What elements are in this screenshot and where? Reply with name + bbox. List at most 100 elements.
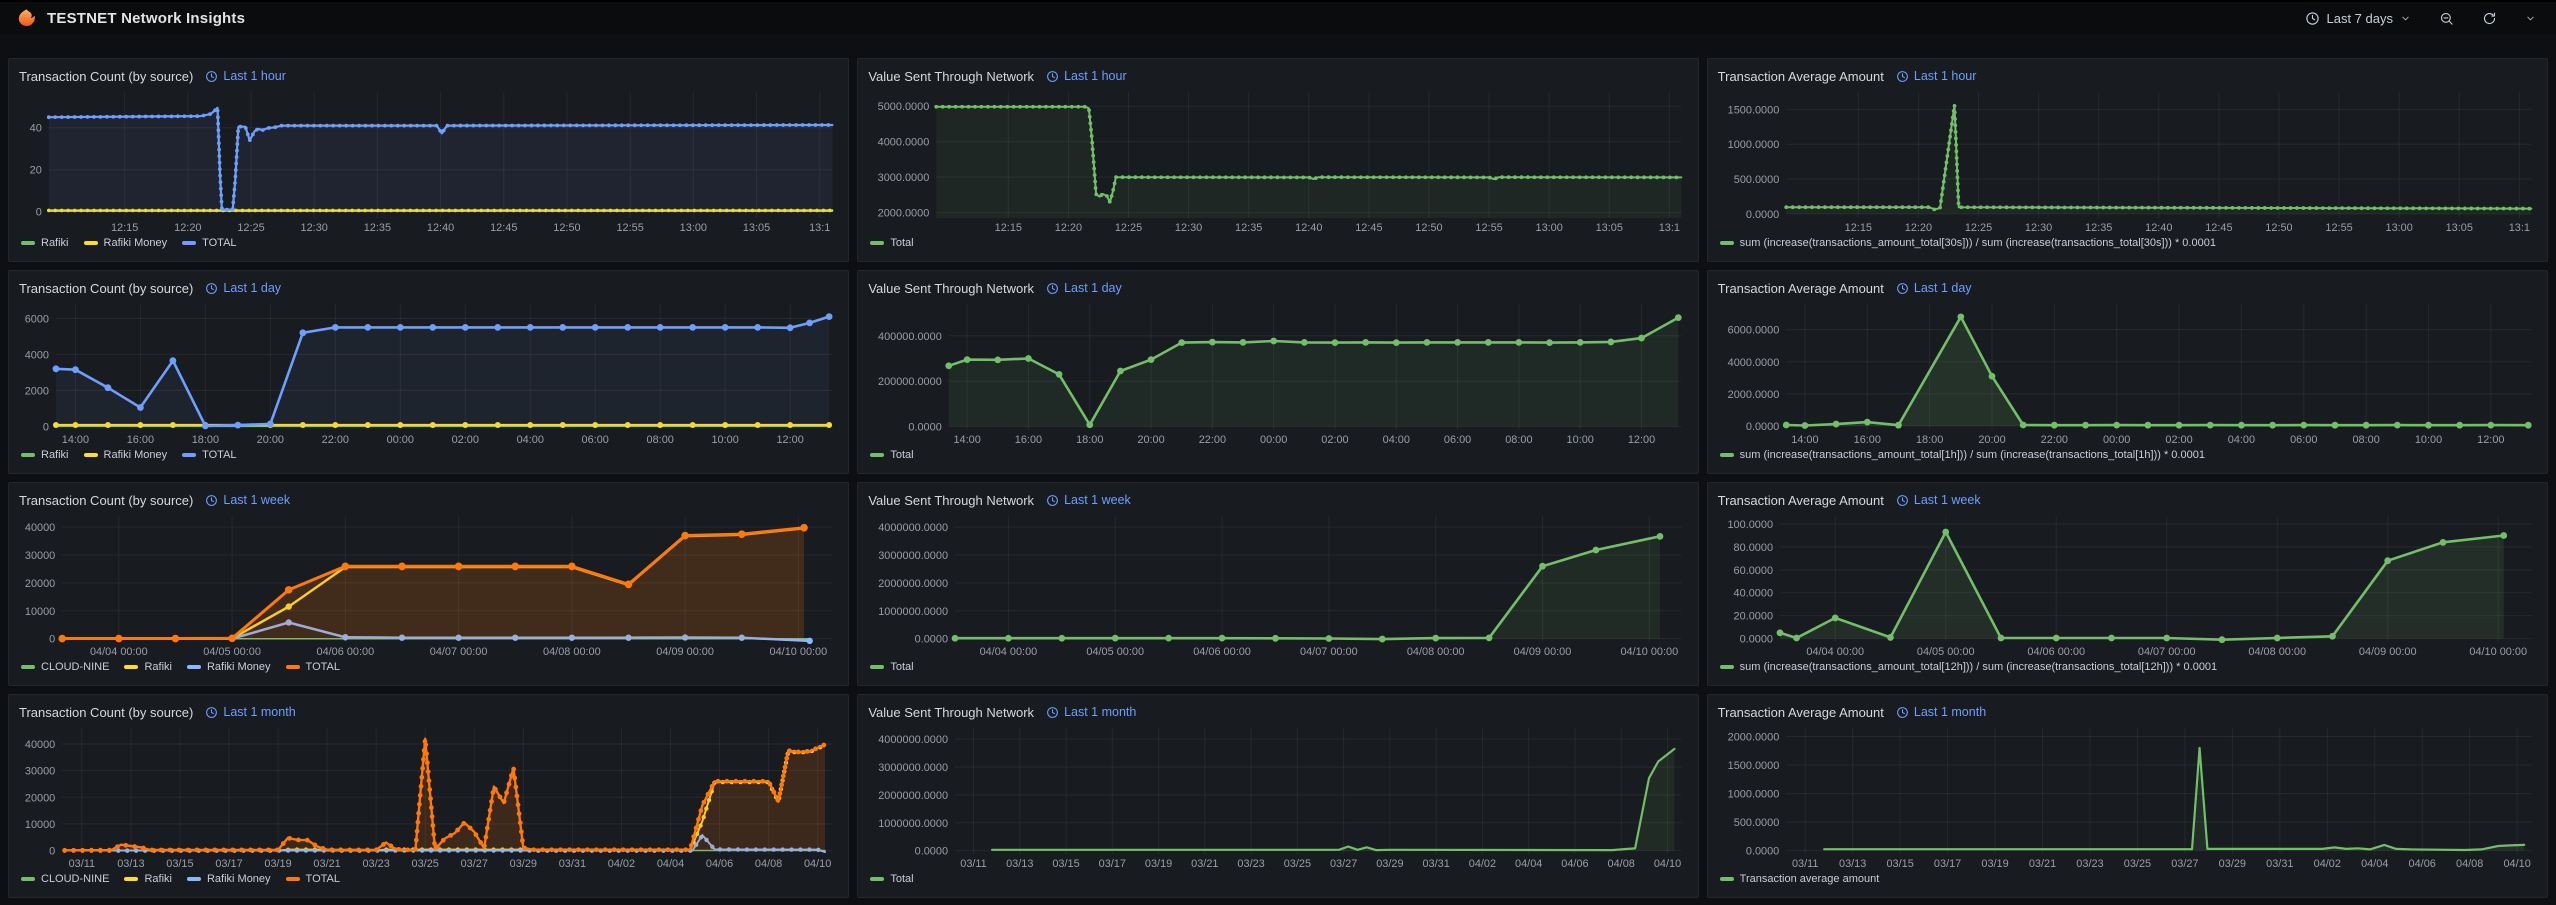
panel-time-override[interactable]: Last 1 month bbox=[205, 705, 295, 719]
legend-item[interactable]: sum (increase(transactions_amount_total[… bbox=[1720, 449, 2205, 461]
legend-item[interactable]: TOTAL bbox=[286, 661, 340, 673]
legend-item[interactable]: sum (increase(transactions_amount_total[… bbox=[1720, 661, 2218, 673]
panel-time-override[interactable]: Last 1 week bbox=[205, 493, 290, 507]
legend-item[interactable]: CLOUD-NINE bbox=[21, 873, 109, 885]
svg-text:02:00: 02:00 bbox=[2165, 434, 2192, 446]
panel-time-override[interactable]: Last 1 month bbox=[1896, 705, 1986, 719]
legend-item[interactable]: Rafiki Money bbox=[84, 449, 168, 461]
chart-legend: sum (increase(transactions_amount_total[… bbox=[1718, 235, 2537, 251]
panel-title[interactable]: Value Sent Through Network bbox=[868, 69, 1034, 84]
panel-time-override[interactable]: Last 1 day bbox=[1046, 281, 1122, 295]
legend-item[interactable]: Transaction average amount bbox=[1720, 873, 1880, 885]
panel-time-override[interactable]: Last 1 week bbox=[1046, 493, 1131, 507]
panel-title[interactable]: Transaction Average Amount bbox=[1718, 281, 1884, 296]
panel-title[interactable]: Value Sent Through Network bbox=[868, 493, 1034, 508]
legend-item[interactable]: Rafiki bbox=[124, 873, 172, 885]
panel-time-override[interactable]: Last 1 hour bbox=[205, 69, 286, 83]
panel: Transaction Count (by source) Last 1 mon… bbox=[8, 694, 849, 898]
panel-title[interactable]: Value Sent Through Network bbox=[868, 281, 1034, 296]
panel-time-override[interactable]: Last 1 hour bbox=[1896, 69, 1977, 83]
chart-svg[interactable]: 14:0016:0018:0020:0022:0000:0002:0004:00… bbox=[1718, 299, 2537, 447]
panel-time-override[interactable]: Last 1 month bbox=[1046, 705, 1136, 719]
panel-title[interactable]: Transaction Count (by source) bbox=[19, 493, 193, 508]
svg-text:40.0000: 40.0000 bbox=[1733, 588, 1772, 600]
panel: Value Sent Through Network Last 1 week 0… bbox=[857, 482, 1698, 686]
zoom-out-time-button[interactable] bbox=[2435, 9, 2458, 28]
panel-time-override[interactable]: Last 1 week bbox=[1896, 493, 1981, 507]
svg-text:0: 0 bbox=[49, 634, 55, 646]
svg-text:12:40: 12:40 bbox=[1295, 222, 1322, 234]
svg-text:12:20: 12:20 bbox=[174, 222, 201, 234]
panel-title[interactable]: Transaction Average Amount bbox=[1718, 705, 1884, 720]
svg-text:40000: 40000 bbox=[25, 522, 55, 534]
panel-title[interactable]: Transaction Count (by source) bbox=[19, 705, 193, 720]
chart-svg[interactable]: 03/1103/1303/1503/1703/1903/2103/2303/25… bbox=[868, 723, 1687, 871]
svg-text:13:00: 13:00 bbox=[1536, 222, 1563, 234]
panel: Value Sent Through Network Last 1 hour 1… bbox=[857, 58, 1698, 262]
svg-text:12:00: 12:00 bbox=[2477, 434, 2504, 446]
panel-time-override[interactable]: Last 1 day bbox=[1896, 281, 1972, 295]
svg-text:04/10 00:00: 04/10 00:00 bbox=[1621, 646, 1679, 658]
legend-item[interactable]: Rafiki Money bbox=[187, 661, 271, 673]
chart-svg[interactable]: 12:1512:2012:2512:3012:3512:4012:4512:50… bbox=[19, 87, 838, 235]
legend-item[interactable]: Rafiki bbox=[124, 661, 172, 673]
chart-svg[interactable]: 03/1103/1303/1503/1703/1903/2103/2303/25… bbox=[19, 723, 838, 871]
panel-title[interactable]: Transaction Average Amount bbox=[1718, 493, 1884, 508]
svg-text:03/31: 03/31 bbox=[1423, 858, 1450, 870]
legend-item[interactable]: TOTAL bbox=[182, 237, 236, 249]
panel-time-override[interactable]: Last 1 day bbox=[205, 281, 281, 295]
svg-text:10:00: 10:00 bbox=[1567, 434, 1594, 446]
chart-svg[interactable]: 04/04 00:0004/05 00:0004/06 00:0004/07 0… bbox=[868, 511, 1687, 659]
svg-text:04/05 00:00: 04/05 00:00 bbox=[1917, 646, 1975, 658]
svg-text:12:30: 12:30 bbox=[1175, 222, 1202, 234]
legend-item[interactable]: Total bbox=[870, 237, 913, 249]
legend-item[interactable]: sum (increase(transactions_amount_total[… bbox=[1720, 237, 2216, 249]
chart-legend: Rafiki Rafiki Money TOTAL bbox=[19, 235, 838, 251]
panel-title[interactable]: Transaction Count (by source) bbox=[19, 69, 193, 84]
clock-icon bbox=[1046, 706, 1059, 719]
chart-legend: sum (increase(transactions_amount_total[… bbox=[1718, 447, 2537, 463]
svg-text:04:00: 04:00 bbox=[2227, 434, 2254, 446]
refresh-icon bbox=[2482, 11, 2497, 26]
refresh-button[interactable] bbox=[2478, 9, 2501, 28]
chart-svg[interactable]: 14:0016:0018:0020:0022:0000:0002:0004:00… bbox=[19, 299, 838, 447]
legend-item[interactable]: CLOUD-NINE bbox=[21, 661, 109, 673]
page-title: TESTNET Network Insights bbox=[47, 10, 245, 27]
panel-title[interactable]: Value Sent Through Network bbox=[868, 705, 1034, 720]
chart-svg[interactable]: 12:1512:2012:2512:3012:3512:4012:4512:50… bbox=[1718, 87, 2537, 235]
legend-label: Rafiki Money bbox=[104, 237, 168, 249]
panel-time-override[interactable]: Last 1 hour bbox=[1046, 69, 1127, 83]
svg-text:03/19: 03/19 bbox=[1981, 858, 2008, 870]
chart-svg[interactable]: 03/1103/1303/1503/1703/1903/2103/2303/25… bbox=[1718, 723, 2537, 871]
legend-item[interactable]: Rafiki Money bbox=[187, 873, 271, 885]
svg-text:03/27: 03/27 bbox=[2171, 858, 2198, 870]
legend-item[interactable]: Rafiki bbox=[21, 449, 69, 461]
panel-title[interactable]: Transaction Count (by source) bbox=[19, 281, 193, 296]
legend-item[interactable]: TOTAL bbox=[182, 449, 236, 461]
svg-text:04/08 00:00: 04/08 00:00 bbox=[543, 646, 601, 658]
chart-svg[interactable]: 14:0016:0018:0020:0022:0000:0002:0004:00… bbox=[868, 299, 1687, 447]
refresh-interval-dropdown[interactable] bbox=[2521, 11, 2540, 26]
svg-text:04/06: 04/06 bbox=[706, 858, 733, 870]
legend-item[interactable]: Rafiki bbox=[21, 237, 69, 249]
chart-svg[interactable]: 12:1512:2012:2512:3012:3512:4012:4512:50… bbox=[868, 87, 1687, 235]
legend-label: sum (increase(transactions_amount_total[… bbox=[1740, 237, 2216, 249]
legend-item[interactable]: Total bbox=[870, 873, 913, 885]
legend-marker bbox=[286, 665, 300, 669]
legend-marker bbox=[182, 241, 196, 245]
legend-item[interactable]: Total bbox=[870, 661, 913, 673]
panel-title[interactable]: Transaction Average Amount bbox=[1718, 69, 1884, 84]
time-range-picker[interactable]: Last 7 days bbox=[2301, 9, 2416, 28]
svg-text:04/09 00:00: 04/09 00:00 bbox=[1514, 646, 1572, 658]
svg-text:18:00: 18:00 bbox=[1076, 434, 1103, 446]
svg-text:04/08: 04/08 bbox=[1608, 858, 1635, 870]
legend-marker bbox=[870, 453, 884, 457]
svg-text:04/09 00:00: 04/09 00:00 bbox=[656, 646, 714, 658]
chart-svg[interactable]: 04/04 00:0004/05 00:0004/06 00:0004/07 0… bbox=[1718, 511, 2537, 659]
legend-item[interactable]: TOTAL bbox=[286, 873, 340, 885]
panel-time-override-label: Last 1 hour bbox=[1064, 69, 1127, 83]
legend-item[interactable]: Total bbox=[870, 449, 913, 461]
legend-item[interactable]: Rafiki Money bbox=[84, 237, 168, 249]
chart-svg[interactable]: 04/04 00:0004/05 00:0004/06 00:0004/07 0… bbox=[19, 511, 838, 659]
panel: Transaction Average Amount Last 1 hour 1… bbox=[1707, 58, 2548, 262]
